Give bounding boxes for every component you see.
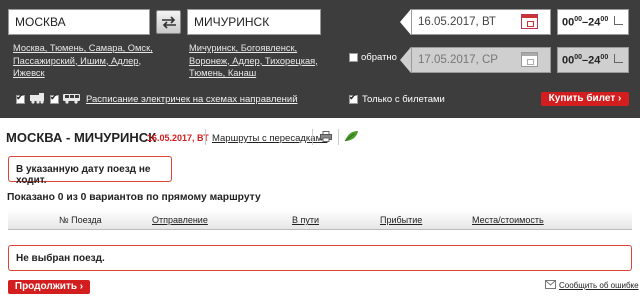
- calendar-icon[interactable]: [521, 14, 538, 29]
- time-dropdown-icon: [614, 16, 623, 25]
- bus-icon: [63, 94, 80, 104]
- col-train: № Поезда: [59, 215, 102, 225]
- date-there-arrow: [400, 9, 411, 35]
- divider: [205, 129, 206, 145]
- transfers-link[interactable]: Маршруты с пересадками: [212, 133, 327, 144]
- col-seats[interactable]: Места/стоимость: [472, 215, 544, 225]
- leaf-icon[interactable]: [344, 130, 359, 143]
- swap-cities-button[interactable]: [156, 10, 181, 34]
- search-panel: МОСКВА МИЧУРИНСК Москва, Тюмень, Самара,…: [0, 0, 640, 118]
- print-icon[interactable]: [320, 131, 332, 142]
- suburban-schedule-link[interactable]: Расписание электричек на схемах направле…: [86, 94, 298, 105]
- col-travel[interactable]: В пути: [292, 215, 319, 225]
- only-tickets-label: Только с билетами: [362, 94, 445, 105]
- calendar-back-icon[interactable]: [521, 52, 538, 67]
- report-error-link[interactable]: Сообщить об ошибке: [559, 281, 639, 290]
- train-checkbox[interactable]: [16, 92, 25, 104]
- divider: [312, 129, 313, 145]
- swap-arrows-icon: [162, 16, 176, 29]
- route-title: МОСКВА - МИЧУРИНСК: [6, 130, 157, 145]
- envelope-icon: [545, 280, 556, 289]
- results-count: Показано 0 из 0 вариантов по прямому мар…: [7, 192, 261, 203]
- time-back-field[interactable]: 0000–2400: [557, 47, 629, 73]
- no-selection-alert: Не выбран поезд.: [8, 245, 632, 271]
- return-checkbox[interactable]: [349, 53, 358, 62]
- from-city-input[interactable]: МОСКВА: [8, 9, 150, 35]
- only-tickets-checkbox[interactable]: [349, 92, 358, 104]
- to-city-suggestions: Мичуринск, Богоявленск, Воронеж, Адлер, …: [189, 42, 318, 80]
- to-hint-line1[interactable]: Мичуринск, Богоявленск,: [189, 43, 297, 53]
- to-hint-line3[interactable]: Тюмень, Канаш: [189, 68, 256, 78]
- buy-ticket-button[interactable]: Купить билет ›: [541, 92, 629, 106]
- from-hint-line3[interactable]: Ижевск: [13, 68, 45, 78]
- train-icon: [30, 93, 44, 104]
- divider: [338, 129, 339, 145]
- route-date: 16.05.2017, ВТ: [147, 133, 209, 143]
- col-departure[interactable]: Отправление: [152, 215, 208, 225]
- to-hint-line2[interactable]: Воронеж, Адлер, Тихорецкая,: [189, 56, 318, 66]
- date-there-value: 16.05.2017, ВТ: [418, 16, 496, 28]
- no-train-alert: В указанную дату поезд не ходит.: [8, 156, 172, 186]
- time-there-field[interactable]: 0000–2400: [557, 9, 629, 35]
- continue-button[interactable]: Продолжить ›: [8, 280, 90, 294]
- from-city-suggestions: Москва, Тюмень, Самара, Омск, Пассажирск…: [13, 42, 153, 80]
- date-back-value: 17.05.2017, СР: [418, 54, 498, 66]
- to-city-input[interactable]: МИЧУРИНСК: [187, 9, 321, 35]
- bus-checkbox[interactable]: [50, 92, 59, 104]
- from-hint-line2[interactable]: Пассажирский, Ишим, Адлер,: [13, 56, 141, 66]
- from-hint-line1[interactable]: Москва, Тюмень, Самара, Омск,: [13, 43, 153, 53]
- return-label: обратно: [361, 52, 397, 63]
- date-back-arrow: [400, 47, 411, 73]
- col-arrival[interactable]: Прибытие: [380, 215, 422, 225]
- time-back-dropdown-icon: [614, 54, 623, 63]
- results-table-header: № Поезда Отправление В пути Прибытие Мес…: [8, 210, 632, 230]
